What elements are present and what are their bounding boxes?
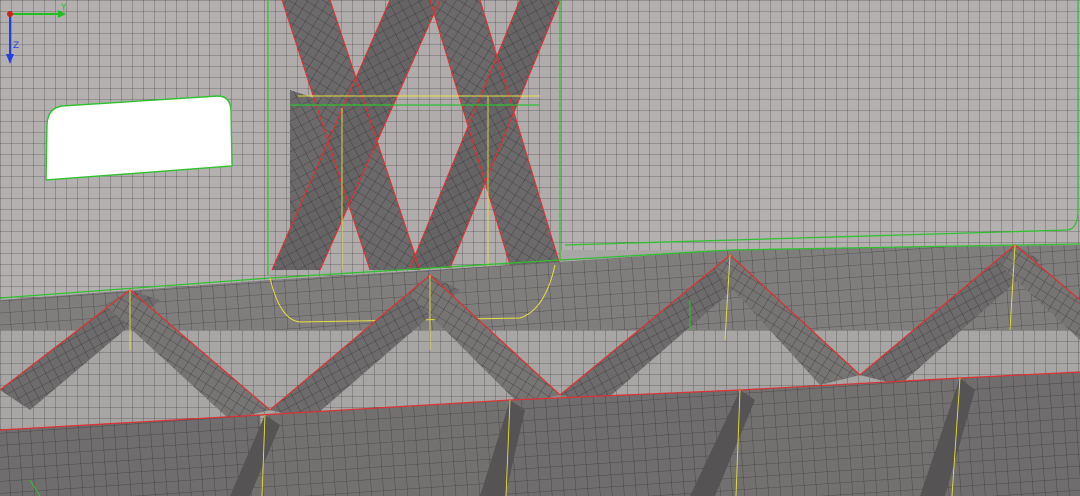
z-axis-label: Z	[13, 41, 19, 51]
y-axis-label: Y	[60, 3, 67, 13]
x-axis-dot	[7, 11, 13, 17]
cutout-hole	[45, 95, 233, 181]
model-viewport[interactable]: Y Z	[0, 0, 1080, 496]
mesh-canvas[interactable]	[0, 0, 1080, 496]
axis-triad: Y Z	[6, 3, 67, 64]
